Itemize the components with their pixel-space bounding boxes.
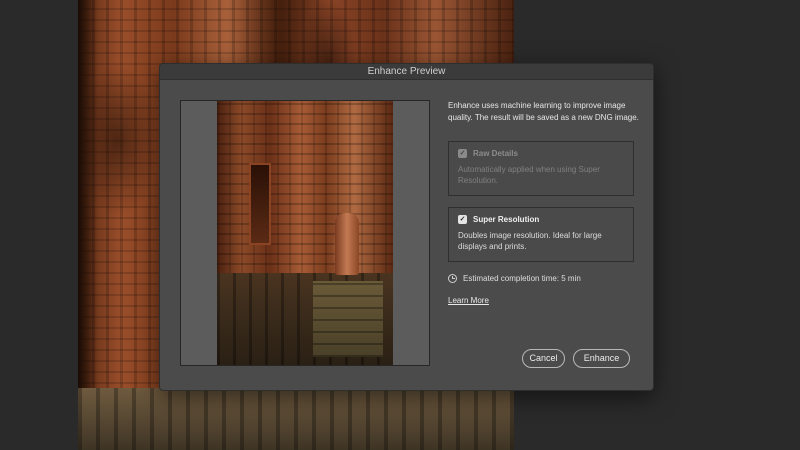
estimated-time-row: Estimated completion time: 5 min bbox=[448, 274, 581, 283]
super-resolution-option: ✓ Super Resolution Doubles image resolut… bbox=[448, 207, 634, 262]
raw-details-checkbox: ✓ bbox=[458, 149, 467, 158]
raw-details-description: Automatically applied when using Super R… bbox=[458, 165, 600, 185]
preview-doorway bbox=[249, 163, 271, 245]
preview-image[interactable] bbox=[217, 101, 393, 365]
cancel-button[interactable]: Cancel bbox=[522, 349, 565, 368]
intro-text: Enhance uses machine learning to improve… bbox=[448, 101, 639, 122]
raw-details-title: Raw Details bbox=[473, 149, 518, 158]
clock-icon bbox=[448, 274, 457, 283]
dialog-title: Enhance Preview bbox=[160, 64, 653, 80]
photo-shadow-left bbox=[78, 0, 98, 450]
photo-base-carving bbox=[78, 388, 514, 450]
super-resolution-description: Doubles image resolution. Ideal for larg… bbox=[458, 231, 602, 251]
learn-more-link[interactable]: Learn More bbox=[448, 296, 489, 305]
preview-pedestal bbox=[313, 281, 383, 357]
preview-frame bbox=[180, 100, 430, 366]
preview-statue bbox=[335, 213, 359, 275]
enhance-preview-dialog: Enhance Preview Enhance uses machine lea… bbox=[159, 63, 654, 391]
estimated-time-text: Estimated completion time: 5 min bbox=[463, 274, 581, 283]
super-resolution-title[interactable]: Super Resolution bbox=[473, 215, 539, 224]
enhance-button[interactable]: Enhance bbox=[573, 349, 630, 368]
super-resolution-checkbox[interactable]: ✓ bbox=[458, 215, 467, 224]
raw-details-option: ✓ Raw Details Automatically applied when… bbox=[448, 141, 634, 196]
